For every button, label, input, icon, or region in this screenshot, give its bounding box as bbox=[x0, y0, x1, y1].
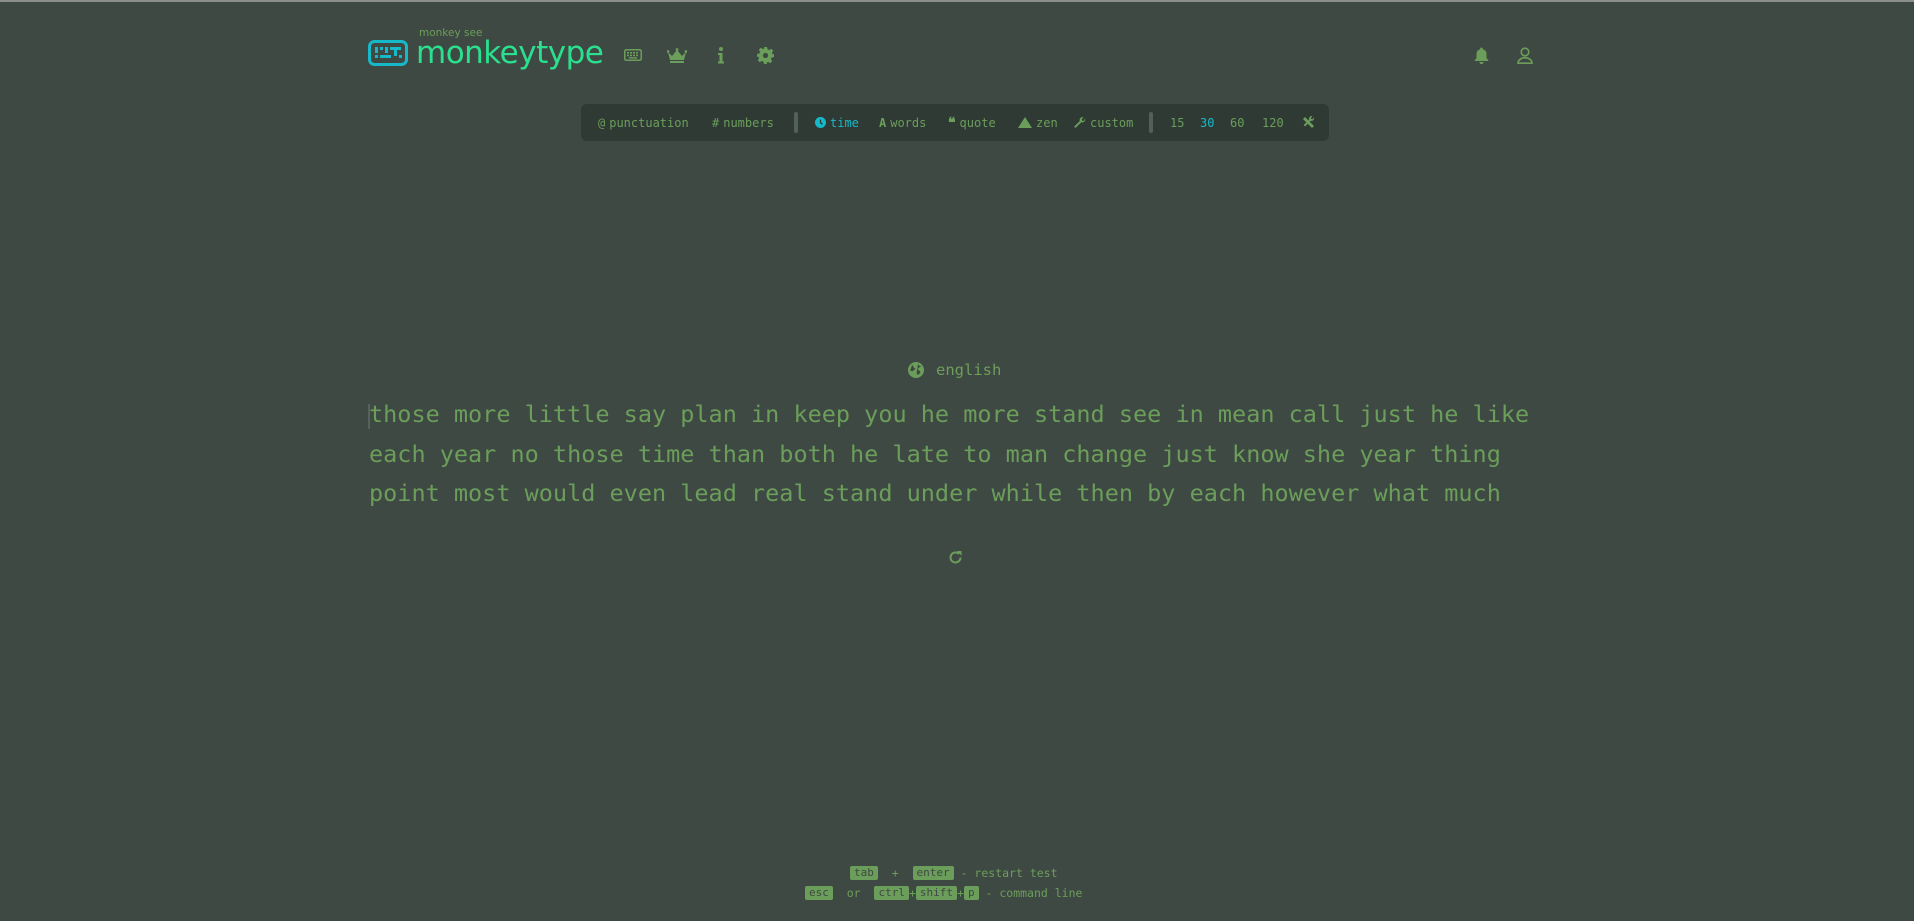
user-icon[interactable] bbox=[1514, 44, 1536, 66]
top-nav: monkey see monkeytype bbox=[368, 27, 1546, 78]
time-15-label: 15 bbox=[1170, 115, 1185, 130]
config-divider bbox=[794, 112, 798, 133]
mode-time[interactable]: time bbox=[815, 104, 859, 141]
time-30-label: 30 bbox=[1200, 115, 1215, 130]
crown-icon[interactable] bbox=[666, 44, 688, 66]
logo-subtitle: monkey see bbox=[419, 27, 483, 39]
mountain-icon bbox=[1018, 117, 1032, 128]
config-divider bbox=[1149, 112, 1153, 133]
key-p: p bbox=[963, 886, 979, 900]
logo-title: monkeytype bbox=[416, 35, 604, 71]
keyboard-icon[interactable] bbox=[622, 44, 644, 66]
info-icon[interactable] bbox=[710, 44, 732, 66]
hint-command-text: - command line bbox=[978, 886, 1083, 900]
language-label: english bbox=[936, 361, 1002, 379]
plus-sign: + bbox=[957, 886, 964, 900]
hint-restart-text: - restart test bbox=[953, 866, 1058, 880]
mode-custom[interactable]: custom bbox=[1074, 104, 1133, 141]
mode-words-label: words bbox=[890, 115, 927, 130]
hint-restart: tab + enter - restart test bbox=[850, 865, 1058, 881]
language-selector[interactable]: english bbox=[908, 359, 1001, 381]
time-60-label: 60 bbox=[1230, 115, 1245, 130]
key-shift: shift bbox=[915, 886, 958, 900]
mode-zen-label: zen bbox=[1036, 115, 1058, 130]
plus-sign: + bbox=[908, 886, 916, 900]
words-line: those more little say plan in keep you h… bbox=[369, 400, 1530, 428]
custom-time-tools-icon[interactable] bbox=[1302, 104, 1315, 141]
punctuation-label: punctuation bbox=[609, 115, 689, 130]
font-a-icon: A bbox=[879, 115, 887, 130]
gear-icon[interactable] bbox=[754, 44, 776, 66]
clock-icon bbox=[815, 117, 826, 128]
key-ctrl: ctrl bbox=[874, 886, 909, 900]
time-120-label: 120 bbox=[1262, 115, 1284, 130]
punctuation-toggle[interactable]: @ punctuation bbox=[598, 104, 689, 141]
bell-icon[interactable] bbox=[1470, 44, 1492, 66]
test-config-bar: @ punctuation # numbers time A words ❝ q… bbox=[581, 104, 1329, 141]
mode-zen[interactable]: zen bbox=[1018, 104, 1058, 141]
words-line: each year no those time than both he lat… bbox=[369, 439, 1501, 468]
hint-command-line: esc or ctrl + shift + p - command line bbox=[805, 885, 1082, 901]
key-esc: esc bbox=[805, 886, 833, 900]
time-120[interactable]: 120 bbox=[1262, 104, 1284, 141]
hash-icon: # bbox=[712, 115, 720, 130]
words-line: point most would even lead real stand un… bbox=[369, 479, 1501, 507]
key-enter: enter bbox=[912, 866, 954, 880]
plus-sign: + bbox=[891, 866, 899, 880]
at-icon: @ bbox=[598, 115, 606, 130]
mode-quote-label: quote bbox=[959, 115, 996, 130]
mode-time-label: time bbox=[830, 115, 859, 130]
time-60[interactable]: 60 bbox=[1230, 104, 1244, 141]
restart-button[interactable] bbox=[944, 546, 966, 568]
numbers-toggle[interactable]: # numbers bbox=[712, 104, 774, 141]
globe-icon bbox=[908, 362, 924, 378]
or-text: or bbox=[846, 886, 861, 900]
numbers-label: numbers bbox=[723, 115, 774, 130]
words-area[interactable]: those more little say plan in keep you h… bbox=[369, 395, 1549, 514]
time-30[interactable]: 30 bbox=[1200, 104, 1214, 141]
wrench-icon bbox=[1074, 116, 1086, 129]
mode-quote[interactable]: ❝ quote bbox=[948, 104, 996, 141]
restart-icon bbox=[949, 550, 961, 563]
monkeytype-logo-icon bbox=[368, 40, 408, 66]
quote-icon: ❝ bbox=[948, 114, 956, 131]
logo[interactable]: monkey see monkeytype bbox=[368, 27, 604, 71]
time-15[interactable]: 15 bbox=[1170, 104, 1184, 141]
mode-words[interactable]: A words bbox=[879, 104, 926, 141]
mode-custom-label: custom bbox=[1090, 115, 1134, 130]
key-tab: tab bbox=[850, 866, 878, 880]
